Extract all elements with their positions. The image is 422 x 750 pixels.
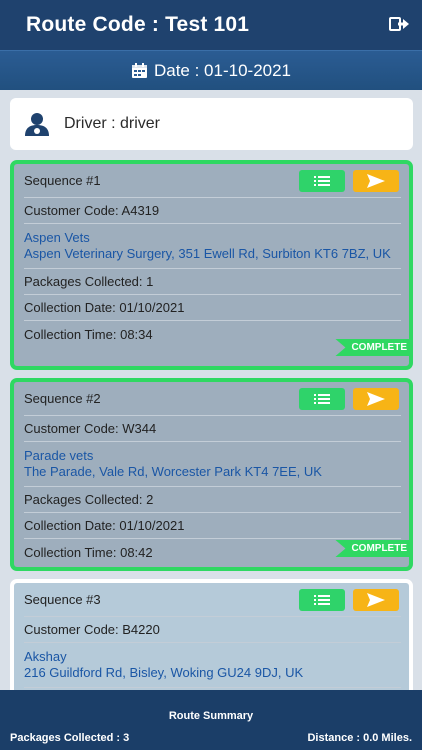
collection-date: Collection Date: 01/10/2021 (24, 513, 401, 539)
customer-address[interactable]: Akshay 216 Guildford Rd, Bisley, Woking … (24, 643, 401, 688)
sequence-card[interactable]: Sequence #3 Customer Code: B4220 Akshay … (10, 579, 413, 690)
navigate-button[interactable] (353, 170, 399, 192)
details-button[interactable] (299, 170, 345, 192)
packages-collected: Packages Collected: 1 (24, 269, 401, 295)
sequence-header: Sequence #2 (24, 382, 401, 416)
route-summary-title: Route Summary (168, 710, 254, 722)
route-summary-footer: Route Summary Packages Collected : 3 Dis… (0, 690, 422, 750)
send-icon (367, 392, 385, 406)
total-packages: Packages Collected : 3 (10, 732, 130, 744)
list-icon (314, 176, 330, 186)
send-icon (367, 174, 385, 188)
customer-code: Customer Code: B4220 (24, 617, 401, 643)
route-code-title: Route Code : Test 101 (26, 13, 250, 36)
sequence-title: Sequence #2 (24, 391, 101, 406)
address-text: Aspen Veterinary Surgery, 351 Ewell Rd, … (24, 246, 391, 261)
customer-code: Customer Code: A4319 (24, 198, 401, 224)
list-icon (314, 394, 330, 404)
list-icon (314, 595, 330, 605)
address-text: The Parade, Vale Rd, Worcester Park KT4 … (24, 464, 322, 479)
navigate-button[interactable] (353, 589, 399, 611)
app-header: Route Code : Test 101 (0, 0, 422, 50)
customer-name: Aspen Vets (24, 230, 90, 245)
collection-date: Collection Date: 01/10/2021 (24, 295, 401, 321)
sequence-header: Sequence #1 (24, 164, 401, 198)
logout-icon[interactable] (388, 15, 410, 33)
date-label: Date : 01-10-2021 (153, 60, 292, 80)
driver-card: Driver : driver (10, 98, 413, 150)
customer-code: Customer Code: W344 (24, 416, 401, 442)
send-icon (367, 593, 385, 607)
total-distance: Distance : 0.0 Miles. (307, 732, 412, 744)
customer-address[interactable]: Aspen Vets Aspen Veterinary Surgery, 351… (24, 224, 401, 269)
sequence-title: Sequence #3 (24, 592, 101, 607)
customer-address[interactable]: Parade vets The Parade, Vale Rd, Worcest… (24, 442, 401, 487)
status-badge: COMPLETE (335, 339, 413, 356)
sequence-card[interactable]: Sequence #2 Customer Code: W344 Parade v… (10, 378, 413, 571)
driver-icon (25, 113, 49, 136)
navigate-button[interactable] (353, 388, 399, 410)
calendar-icon (131, 63, 147, 78)
status-badge: COMPLETE (335, 540, 413, 557)
customer-name: Parade vets (24, 448, 94, 463)
date-bar: Date : 01-10-2021 (0, 50, 422, 90)
details-button[interactable] (299, 388, 345, 410)
details-button[interactable] (299, 589, 345, 611)
sequence-title: Sequence #1 (24, 173, 101, 188)
sequence-card[interactable]: Sequence #1 Customer Code: A4319 Aspen V… (10, 160, 413, 370)
sequence-header: Sequence #3 (24, 583, 401, 617)
sequence-list[interactable]: Driver : driver Sequence #1 Customer Cod… (0, 90, 422, 690)
packages-collected: Packages Collected: 2 (24, 487, 401, 513)
customer-name: Akshay (24, 649, 67, 664)
address-text: 216 Guildford Rd, Bisley, Woking GU24 9D… (24, 665, 304, 680)
driver-label: Driver : driver (64, 115, 161, 132)
